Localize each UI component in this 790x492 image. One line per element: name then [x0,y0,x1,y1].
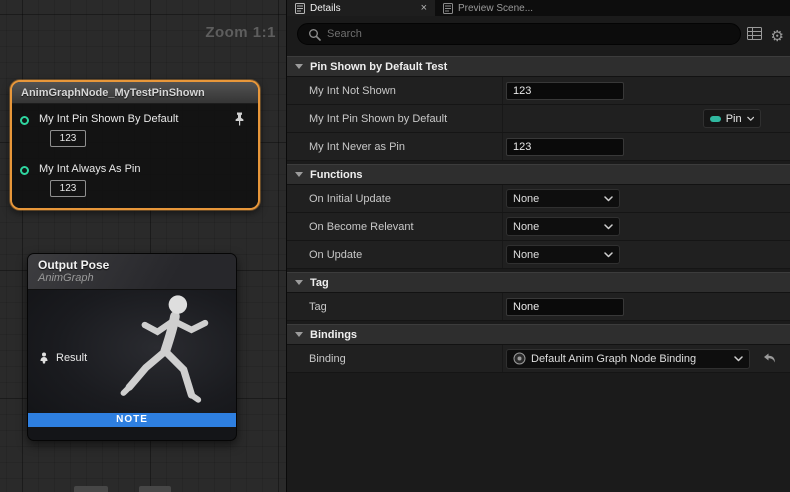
details-tab-icon [295,3,305,14]
section-header[interactable]: Bindings [287,324,790,345]
section-header[interactable]: Pin Shown by Default Test [287,56,790,77]
pin-value-field[interactable]: 123 [50,180,86,197]
display-options-icon[interactable] [747,27,762,45]
int-pin-icon[interactable] [20,166,29,175]
tab-label: Preview Scene... [458,3,577,14]
my-int-never-as-pin-input[interactable] [506,138,624,156]
property-row: Binding Default Anim Graph Node Binding [287,345,790,373]
pin-icon [710,116,721,122]
property-row: On Initial Update None [287,185,790,213]
property-row: Tag [287,293,790,321]
property-row: On Update None [287,241,790,269]
property-row: My Int Never as Pin [287,133,790,161]
search-icon [308,28,321,41]
anim-graph-canvas[interactable]: Zoom 1:1 AnimGraphNode_MyTestPinShown My… [0,0,286,492]
on-initial-update-dropdown[interactable]: None [506,189,620,208]
node-title-bar[interactable]: Output Pose AnimGraph [28,254,236,290]
chevron-down-icon [295,332,303,337]
dropdown-value: Default Anim Graph Node Binding [531,353,729,365]
section-header[interactable]: Tag [287,272,790,293]
pin-value-field[interactable]: 123 [50,130,86,147]
chevron-down-icon [604,224,613,230]
details-toolbar: ⚙ [287,16,790,56]
dropdown-value: None [513,249,599,261]
node-body: My Int Pin Shown By Default 123 My Int A… [12,104,258,210]
property-label: On Become Relevant [287,221,502,233]
chevron-down-icon [295,64,303,69]
dropdown-value: None [513,193,599,205]
note-banner: NOTE [28,413,236,427]
result-pin-label: Result [56,352,87,364]
panel-tab-bar: Details × Preview Scene... [287,0,790,16]
on-update-dropdown[interactable]: None [506,245,620,264]
section-pin-shown-by-default-test: Pin Shown by Default Test My Int Not Sho… [287,56,790,161]
property-row: My Int Pin Shown by Default Pin [287,105,790,133]
property-label: My Int Pin Shown by Default [287,113,502,125]
chevron-down-icon [295,280,303,285]
property-label: On Update [287,249,502,261]
property-label: Tag [287,301,502,313]
details-panel: Details × Preview Scene... [286,0,790,492]
property-label: My Int Not Shown [287,85,502,97]
section-title: Tag [310,277,329,289]
pushpin-icon[interactable] [233,112,246,131]
tab-label: Details [310,3,416,14]
section-title: Functions [310,169,363,181]
property-row: On Become Relevant None [287,213,790,241]
result-pose-pin[interactable]: Result [38,352,87,364]
partial-node[interactable] [74,486,108,492]
search-box [297,23,741,45]
partial-node[interactable] [139,486,171,492]
editor-window: Zoom 1:1 AnimGraphNode_MyTestPinShown My… [0,0,790,492]
search-input[interactable] [327,28,730,40]
node-subtitle: AnimGraph [38,272,236,284]
section-header[interactable]: Functions [287,164,790,185]
section-title: Bindings [310,329,357,341]
property-label: Binding [287,353,502,365]
gear-icon[interactable]: ⚙ [771,29,784,44]
section-tag: Tag Tag [287,272,790,321]
chevron-down-icon [604,196,613,202]
reset-to-default-icon[interactable] [763,353,776,364]
node-title: Output Pose [38,258,236,272]
dropdown-value: None [513,221,599,233]
chevron-down-icon [734,356,743,362]
node-title-bar[interactable]: AnimGraphNode_MyTestPinShown [12,82,258,104]
int-pin-icon[interactable] [20,116,29,125]
pin-label: My Int Always As Pin [39,163,140,175]
anim-graph-node[interactable]: AnimGraphNode_MyTestPinShown My Int Pin … [10,80,260,210]
chevron-down-icon [604,252,613,258]
property-label: My Int Never as Pin [287,141,502,153]
tab-preview-scene[interactable]: Preview Scene... [435,0,585,16]
pose-pin-icon [38,352,50,364]
chevron-down-icon [295,172,303,177]
pin-dropdown-button[interactable]: Pin [703,109,761,128]
chevron-down-icon [747,116,754,122]
binding-dropdown[interactable]: Default Anim Graph Node Binding [506,349,750,369]
output-pose-node[interactable]: Output Pose AnimGraph [27,253,237,441]
preview-scene-tab-icon [443,3,453,14]
property-label: On Initial Update [287,193,502,205]
binding-icon [513,352,526,365]
pin-label: My Int Pin Shown By Default [39,113,178,125]
property-row: My Int Not Shown [287,77,790,105]
section-functions: Functions On Initial Update None On Beco… [287,164,790,269]
tag-input[interactable] [506,298,624,316]
my-int-not-shown-input[interactable] [506,82,624,100]
zoom-level-label: Zoom 1:1 [205,24,276,41]
section-title: Pin Shown by Default Test [310,61,447,73]
tab-details[interactable]: Details × [287,0,435,16]
on-become-relevant-dropdown[interactable]: None [506,217,620,236]
node-body: Result NOTE [28,290,236,427]
close-icon[interactable]: × [421,3,427,13]
section-bindings: Bindings Binding Default Anim Graph Node… [287,324,790,373]
mannequin-thumbnail [112,291,234,427]
pin-button-label: Pin [726,113,742,125]
